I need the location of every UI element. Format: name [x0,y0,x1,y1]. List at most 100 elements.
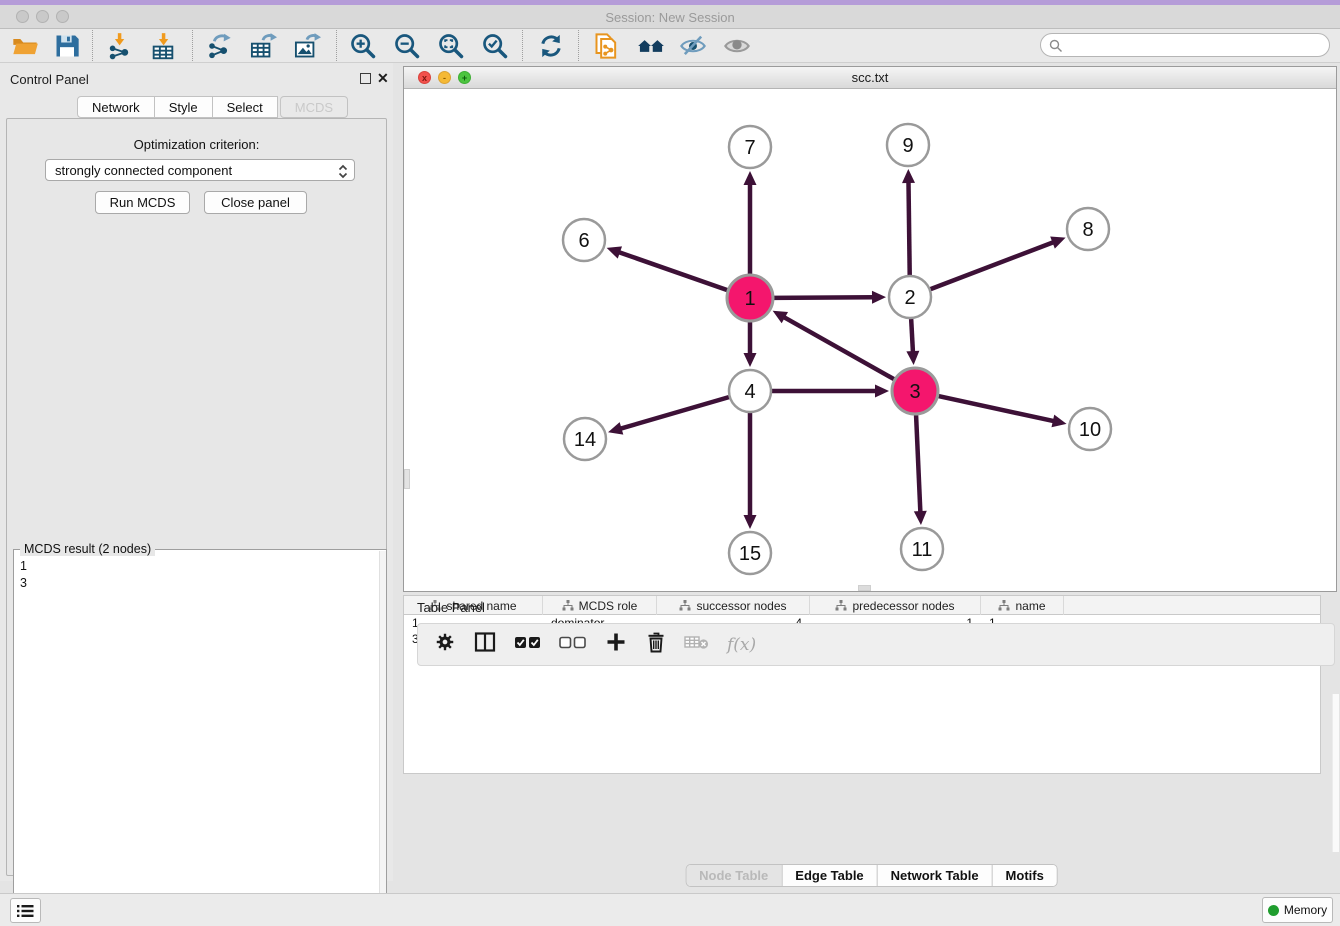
show-detail-eye-icon[interactable] [722,32,752,60]
edge-arrowhead [875,385,889,398]
edge-3-1[interactable] [783,317,894,380]
memory-button[interactable]: Memory [1262,897,1333,923]
edge-2-3[interactable] [911,319,913,353]
status-bar: Memory [0,893,1340,926]
edge-arrowhead [744,515,757,529]
export-image-icon[interactable] [292,32,322,60]
import-table-icon[interactable] [148,32,178,60]
graph-node-10[interactable]: 10 [1069,408,1111,450]
column-header-predecessor-nodes[interactable]: predecessor nodes [810,596,981,615]
graph-node-11[interactable]: 11 [901,528,943,570]
tab-network-table[interactable]: Network Table [877,865,992,886]
graph-node-1[interactable]: 1 [727,275,773,321]
edge-3-10[interactable] [938,396,1054,421]
edge-1-6[interactable] [618,252,727,290]
memory-label: Memory [1284,903,1327,917]
tab-motifs[interactable]: Motifs [992,865,1057,886]
control-panel: Control Panel ✕ NetworkStyleSelectMCDS O… [0,63,393,881]
hide-detail-eye-icon[interactable] [678,32,708,60]
graph-node-14[interactable]: 14 [564,418,606,460]
network-view-window: x - + scc.txt 1 2 3 4 6 7 8 9 10 11 14 15 [403,66,1337,592]
delete-table-icon[interactable] [684,631,710,658]
zoom-in-icon[interactable] [348,32,378,60]
refresh-icon[interactable] [536,32,566,60]
home-network-icon[interactable] [636,32,666,60]
edge-arrowhead [1051,415,1066,428]
search-input[interactable] [1040,33,1330,57]
svg-text:1: 1 [744,288,755,310]
optimization-criterion-select[interactable]: strongly connected component [45,159,355,181]
trash-icon[interactable] [645,630,667,659]
column-layout-icon[interactable] [473,630,497,659]
toolbar-separator [578,30,579,61]
network-graph[interactable]: 1 2 3 4 6 7 8 9 10 11 14 15 [404,89,1336,591]
export-table-icon[interactable] [248,32,278,60]
edge-2-8[interactable] [931,242,1055,289]
edge-arrowhead [906,351,919,365]
graph-node-8[interactable]: 8 [1067,208,1109,250]
network-horizontal-scrollbar[interactable] [858,585,871,591]
tab-node-table[interactable]: Node Table [686,865,781,886]
table-scrollbar[interactable] [1332,694,1339,852]
network-canvas[interactable]: 1 2 3 4 6 7 8 9 10 11 14 15 [404,89,1336,591]
mcds-panel: Optimization criterion: strongly connect… [6,118,387,876]
edge-4-14[interactable] [620,397,729,429]
column-header-successor-nodes[interactable]: successor nodes [657,596,810,615]
edge-arrowhead [914,511,927,525]
node-table-header: shared nameMCDS rolesuccessor nodesprede… [404,596,1320,615]
unselect-all-checkbox-icon[interactable] [559,630,587,659]
function-icon[interactable]: f(x) [727,635,756,655]
mcds-result-line: 1 [20,558,366,575]
export-network-icon[interactable] [204,32,234,60]
duplicate-network-icon[interactable] [592,32,622,60]
zoom-out-icon[interactable] [392,32,422,60]
import-network-icon[interactable] [104,32,134,60]
network-window-title: scc.txt [404,70,1336,85]
task-history-button[interactable] [10,898,41,923]
tab-mcds[interactable]: MCDS [280,96,348,118]
control-panel-close-icon[interactable]: ✕ [377,71,389,85]
graph-node-6[interactable]: 6 [563,219,605,261]
list-icon [17,904,34,918]
graph-node-2[interactable]: 2 [889,276,931,318]
column-header-name[interactable]: name [981,596,1064,615]
run-mcds-button[interactable]: Run MCDS [95,191,190,214]
column-header-label: predecessor nodes [852,599,954,613]
node-table[interactable]: shared nameMCDS rolesuccessor nodesprede… [403,595,1321,774]
open-folder-icon[interactable] [10,32,40,60]
mcds-result-text[interactable]: 13 [14,556,372,594]
app-titlebar: Session: New Session [0,5,1340,29]
zoom-selected-icon[interactable] [480,32,510,60]
edge-2-9[interactable] [908,181,909,275]
select-all-checkbox-icon[interactable] [514,630,542,659]
tab-style[interactable]: Style [155,96,213,118]
tab-edge-table[interactable]: Edge Table [781,865,876,886]
network-vertical-scrollbar[interactable] [404,469,410,489]
graph-node-15[interactable]: 15 [729,532,771,574]
edge-3-11[interactable] [916,415,920,513]
graph-node-7[interactable]: 7 [729,126,771,168]
column-sort-icon [679,600,691,611]
gear-icon[interactable] [434,631,456,658]
column-sort-icon [835,600,847,611]
svg-text:11: 11 [912,539,933,561]
graph-node-3[interactable]: 3 [892,368,938,414]
add-icon[interactable] [604,630,628,659]
network-window-titlebar[interactable]: x - + scc.txt [404,67,1336,89]
toolbar-separator [522,30,523,61]
svg-text:9: 9 [902,135,913,157]
zoom-fit-icon[interactable] [436,32,466,60]
graph-node-9[interactable]: 9 [887,124,929,166]
close-panel-button[interactable]: Close panel [204,191,307,214]
toolbar-separator [192,30,193,61]
column-header-MCDS-role[interactable]: MCDS role [543,596,657,615]
control-panel-float-icon[interactable] [360,73,371,84]
edge-1-2[interactable] [774,297,874,298]
tab-network[interactable]: Network [77,96,155,118]
mcds-result-scrollbar[interactable] [379,551,386,925]
table-panel-title: Table Panel [417,600,485,615]
save-icon[interactable] [52,32,82,60]
svg-text:2: 2 [904,287,915,309]
tab-select[interactable]: Select [213,96,278,118]
graph-node-4[interactable]: 4 [729,370,771,412]
